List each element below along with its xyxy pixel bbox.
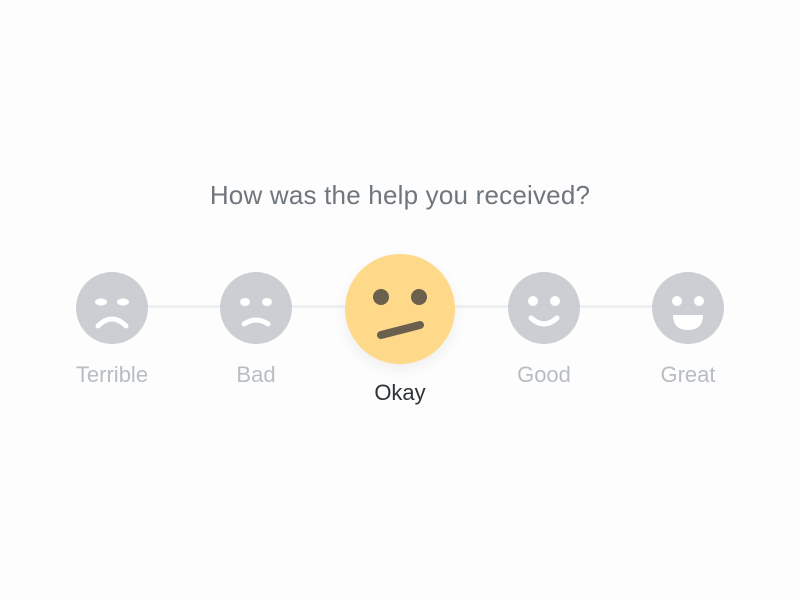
rating-option-bad[interactable]: Bad (206, 272, 306, 388)
terrible-face-icon (76, 272, 148, 344)
bad-face-icon (220, 272, 292, 344)
rating-widget: How was the help you received? Terrible … (0, 0, 800, 600)
rating-label: Great (660, 362, 716, 387)
rating-label: Okay (374, 380, 426, 405)
rating-option-terrible[interactable]: Terrible (62, 272, 162, 388)
rating-option-good[interactable]: Good (494, 272, 594, 388)
rating-label: Good (517, 362, 571, 387)
rating-option-great[interactable]: Great (638, 272, 738, 388)
rating-label: Bad (236, 362, 276, 387)
okay-face-icon (345, 254, 455, 364)
rating-label: Terrible (75, 362, 149, 387)
question-title: How was the help you received? (209, 180, 591, 210)
great-face-icon (652, 272, 724, 344)
rating-option-okay[interactable]: Okay (340, 254, 460, 406)
good-face-icon (508, 272, 580, 344)
